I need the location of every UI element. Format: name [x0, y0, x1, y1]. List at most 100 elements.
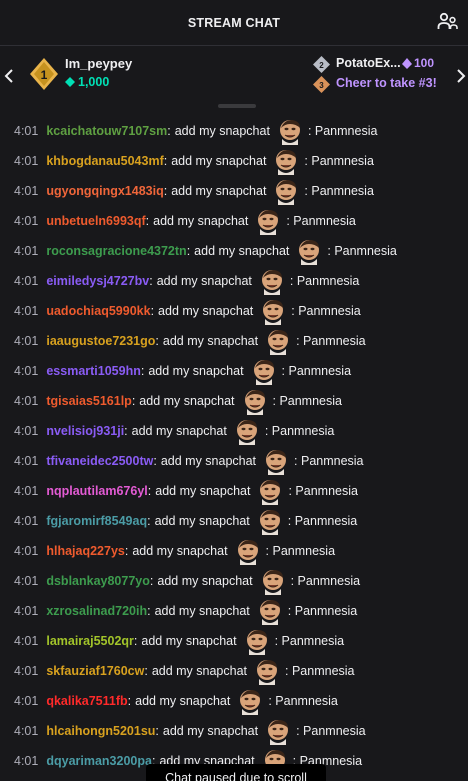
emote-icon[interactable] [234, 537, 262, 565]
bits-gem-icon [402, 57, 412, 69]
chat-paused-banner[interactable]: Chat paused due to scroll [146, 764, 326, 781]
emote-icon[interactable] [264, 327, 292, 355]
chat-message[interactable]: 4:01 eimiledysj4727bv: add my snapchat: Pa… [14, 266, 359, 296]
message-username[interactable]: hlhajaq227ys [46, 544, 125, 558]
chat-message[interactable]: 4:01 roconsagracione4372tn: add my snapcha… [14, 236, 397, 266]
emote-icon[interactable] [272, 177, 300, 205]
message-username[interactable]: essmarti1059hn [46, 364, 141, 378]
emote-icon[interactable] [256, 597, 284, 625]
chat-message[interactable]: 4:01 unbetueln6993qf: add my snapchat: Pan… [14, 206, 356, 236]
message-username[interactable]: roconsagracione4372tn [46, 244, 186, 258]
cheer-to-take-link[interactable]: Cheer to take #3! [336, 76, 437, 90]
message-username[interactable]: tfivaneidec2500tw [46, 454, 153, 468]
message-username[interactable]: qkalika7511fb [46, 694, 127, 708]
chat-message[interactable]: 4:01 essmarti1059hn: add my snapchat: Panm… [14, 356, 351, 386]
second-cheerer-amount: 100 [402, 56, 434, 70]
message-timestamp: 4:01 [14, 214, 39, 228]
emote-icon[interactable] [243, 627, 271, 655]
top-cheerer-name[interactable]: Im_peypey [65, 56, 132, 71]
emote-icon[interactable] [241, 387, 269, 415]
emote-icon[interactable] [295, 237, 323, 265]
chat-message[interactable]: 4:01 fgjaromirf8549aq: add my snapchat: Pa… [14, 506, 357, 536]
chat-title: STREAM CHAT [187, 15, 281, 30]
message-colon: : [163, 184, 168, 198]
message-colon: : [124, 544, 129, 558]
message-username[interactable]: dsblankay8077yo [46, 574, 150, 588]
message-username[interactable]: tgisaias5161lp [46, 394, 131, 408]
emote-icon[interactable] [262, 447, 290, 475]
emote-icon[interactable] [259, 567, 287, 595]
emote-icon[interactable] [254, 207, 282, 235]
message-username[interactable]: uadochiaq5990kk [46, 304, 150, 318]
chat-message[interactable]: 4:01 kcaichatouw7107sm: add my snapchat: P… [14, 116, 377, 146]
chat-message[interactable]: 4:01 tfivaneidec2500tw: add my snapchat: P… [14, 446, 364, 476]
emote-icon[interactable] [253, 657, 281, 685]
emote-icon[interactable] [264, 717, 292, 745]
message-username[interactable]: xzrosalinad720ih [46, 604, 147, 618]
emote-icon[interactable] [276, 117, 304, 145]
message-text: add my snapchat [157, 574, 253, 588]
message-username[interactable]: skfauziaf1760cw [46, 664, 144, 678]
emote-icon[interactable] [236, 687, 264, 715]
chat-message[interactable]: 4:01 xzrosalinad720ih: add my snapchat: Pa… [14, 596, 357, 626]
message-tail: : Panmnesia [272, 394, 342, 408]
chat-message[interactable]: 4:01 nvelisioj931ji: add my snapchat: Panm… [14, 416, 334, 446]
message-username[interactable]: unbetueln6993qf [46, 214, 145, 228]
message-tail: : Panmnesia [304, 154, 374, 168]
message-username[interactable]: iaaugustoe7231go [46, 334, 155, 348]
emote-icon[interactable] [259, 297, 287, 325]
chevron-left-icon[interactable] [2, 67, 16, 85]
message-text: add my snapchat [132, 544, 228, 558]
message-username[interactable]: fgjaromirf8549aq [46, 514, 147, 528]
message-username[interactable]: lamairaj5502qr [46, 634, 134, 648]
chat-message[interactable]: 4:01 hlcaihongn5201su: add my snapchat: Pa… [14, 716, 366, 746]
chat-message[interactable]: 4:01 uadochiaq5990kk: add my snapchat: Pan… [14, 296, 361, 326]
message-timestamp: 4:01 [14, 334, 39, 348]
chat-message[interactable]: 4:01 dsblankay8077yo: add my snapchat: Pan… [14, 566, 360, 596]
message-username[interactable]: dqyariman3200pa [46, 754, 152, 768]
chat-message[interactable]: 4:01 nqplautilam676yl: add my snapchat: Pa… [14, 476, 358, 506]
community-icon[interactable] [436, 10, 460, 34]
second-cheerer-name[interactable]: PotatoEx... [336, 56, 401, 70]
chat-message[interactable]: 4:01 iaaugustoe7231go: add my snapchat: Pa… [14, 326, 366, 356]
message-colon: : [133, 634, 138, 648]
svg-text:3: 3 [319, 81, 324, 90]
message-tail: : Panmnesia [304, 184, 374, 198]
emote-icon[interactable] [250, 357, 278, 385]
message-username[interactable]: ugyongqingx1483iq [46, 184, 163, 198]
emote-icon[interactable] [256, 507, 284, 535]
message-username[interactable]: kcaichatouw7107sm [46, 124, 167, 138]
message-username[interactable]: eimiledysj4727bv [46, 274, 149, 288]
emote-icon[interactable] [272, 147, 300, 175]
emote-icon[interactable] [233, 417, 261, 445]
message-colon: : [167, 124, 171, 138]
message-username[interactable]: nqplautilam676yl [46, 484, 147, 498]
chevron-right-icon[interactable] [454, 67, 468, 85]
message-timestamp: 4:01 [14, 574, 39, 588]
message-tail: : Panmnesia [307, 124, 378, 138]
message-timestamp: 4:01 [14, 154, 39, 168]
chat-message[interactable]: 4:01 khbogdanau5043mf: add my snapchat: Pa… [14, 146, 374, 176]
rank-2-badge-icon: 2 [313, 56, 330, 73]
message-username[interactable]: nvelisioj931ji [46, 424, 124, 438]
emote-icon[interactable] [258, 267, 286, 295]
chat-message-list[interactable]: 4:01 kcaichatouw7107sm: add my snapchat: P… [0, 116, 468, 781]
chat-message[interactable]: 4:01 tgisaias5161lp: add my snapchat: Panm… [14, 386, 342, 416]
chat-message[interactable]: 4:01 lamairaj5502qr: add my snapchat: Panm… [14, 626, 344, 656]
message-colon: : [147, 604, 151, 618]
chat-message[interactable]: 4:01 ugyongqingx1483iq: add my snapchat: P… [14, 176, 374, 206]
message-colon: : [145, 214, 150, 228]
message-username[interactable]: hlcaihongn5201su [46, 724, 155, 738]
message-text: add my snapchat [194, 244, 290, 258]
message-colon: : [147, 514, 151, 528]
rank-3-badge-icon: 3 [313, 76, 330, 93]
emote-icon[interactable] [256, 477, 284, 505]
chat-message[interactable]: 4:01 skfauziaf1760cw: add my snapchat: Pan… [14, 656, 355, 686]
message-text: add my snapchat [156, 274, 252, 288]
message-colon: : [153, 454, 157, 468]
chat-message[interactable]: 4:01 qkalika7511fb: add my snapchat: Panmn… [14, 686, 338, 716]
resize-handle[interactable] [218, 104, 256, 108]
chat-message[interactable]: 4:01 hlhajaq227ys: add my snapchat: Panmne… [14, 536, 335, 566]
message-username[interactable]: khbogdanau5043mf [46, 154, 163, 168]
message-colon: : [155, 334, 159, 348]
